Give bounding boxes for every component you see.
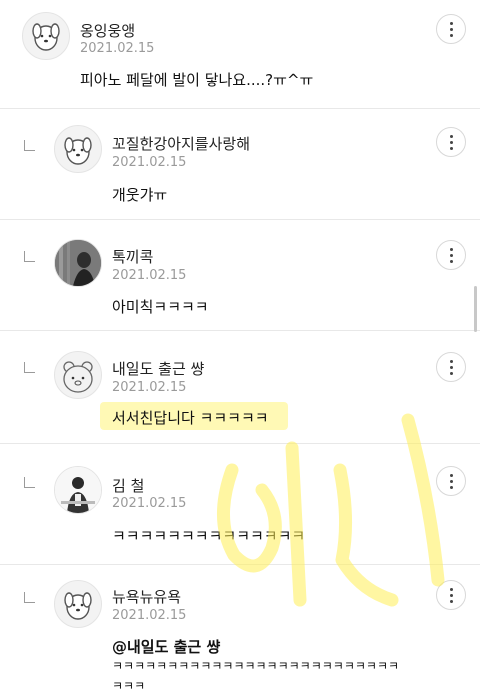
avatar[interactable]: [22, 12, 70, 60]
more-options-button[interactable]: [436, 240, 466, 270]
comment-author[interactable]: 옹잉웅앵: [80, 20, 135, 41]
dog-character-icon: [64, 137, 92, 165]
mention-link[interactable]: @내일도 출근 썅: [112, 636, 220, 657]
more-options-button[interactable]: [436, 352, 466, 382]
comment-date: 2021.02.15: [80, 41, 155, 56]
reply-indent-icon: [24, 592, 35, 603]
more-vertical-icon: [449, 134, 453, 150]
comment-text: 피아노 페달에 발이 닿나요....?ㅠ^ㅠ: [80, 71, 314, 89]
comment-author[interactable]: 김 철: [112, 475, 144, 496]
comment-text: 아미칙ㅋㅋㅋㅋ: [112, 298, 209, 316]
photo-avatar-icon: [55, 240, 101, 286]
more-vertical-icon: [449, 359, 453, 375]
reply-indent-icon: [24, 477, 35, 488]
comment-date: 2021.02.15: [112, 496, 187, 511]
reply-item: 김 철 2021.02.15 ㅋㅋㅋㅋㅋㅋㅋㅋㅋㅋㅋㅋㅋㅋ: [0, 444, 480, 565]
avatar[interactable]: [54, 239, 102, 287]
comment-author[interactable]: 내일도 출근 썅: [112, 358, 204, 379]
comment-date: 2021.02.15: [112, 268, 187, 283]
more-options-button[interactable]: [436, 14, 466, 44]
reply-item: 뉴욕뉴유욕 2021.02.15 @내일도 출근 썅 ㅋㅋㅋㅋㅋㅋㅋㅋㅋㅋㅋㅋㅋ…: [0, 565, 480, 693]
comment-date: 2021.02.15: [112, 155, 187, 170]
comment-author[interactable]: 뉴욕뉴유욕: [112, 586, 181, 607]
more-options-button[interactable]: [436, 580, 466, 610]
more-vertical-icon: [449, 587, 453, 603]
comment-item: 옹잉웅앵 2021.02.15 피아노 페달에 발이 닿나요....?ㅠ^ㅠ: [0, 0, 480, 109]
more-vertical-icon: [449, 21, 453, 37]
avatar[interactable]: [54, 466, 102, 514]
photo-avatar-icon: [55, 467, 101, 513]
dog-character-icon: [64, 592, 92, 620]
more-vertical-icon: [449, 247, 453, 263]
bear-character-icon: [63, 361, 93, 393]
reply-item: 꼬질한강아지를사랑해 2021.02.15 개웃갸ㅠ: [0, 109, 480, 220]
reply-indent-icon: [24, 140, 35, 151]
comment-date: 2021.02.15: [112, 380, 187, 395]
reply-indent-icon: [24, 251, 35, 262]
more-vertical-icon: [449, 473, 453, 489]
more-options-button[interactable]: [436, 127, 466, 157]
comment-text: ㅋㅋㅋㅋㅋㅋㅋㅋㅋㅋㅋㅋㅋㅋㅋㅋㅋㅋㅋㅋㅋㅋㅋㅋㅋㅋ: [112, 659, 400, 673]
comment-author[interactable]: 꼬질한강아지를사랑해: [112, 133, 250, 154]
comment-text: 개웃갸ㅠ: [112, 186, 168, 204]
scrollbar[interactable]: [474, 286, 477, 332]
reply-indent-icon: [24, 362, 35, 373]
comment-text: ㅋㅋㅋㅋㅋㅋㅋㅋㅋㅋㅋㅋㅋㅋ: [112, 527, 306, 545]
avatar[interactable]: [54, 580, 102, 628]
avatar[interactable]: [54, 351, 102, 399]
comment-author[interactable]: 톡끼콕: [112, 246, 153, 267]
reply-item: 내일도 출근 썅 2021.02.15 서서친답니다 ㅋㅋㅋㅋㅋ: [0, 331, 480, 444]
comment-text: 서서친답니다 ㅋㅋㅋㅋㅋ: [112, 409, 269, 427]
comment-text-continued: ㅋㅋㅋ: [112, 679, 146, 693]
more-options-button[interactable]: [436, 466, 466, 496]
reply-item: 톡끼콕 2021.02.15 아미칙ㅋㅋㅋㅋ: [0, 220, 480, 331]
dog-character-icon: [32, 23, 60, 51]
avatar[interactable]: [54, 125, 102, 173]
comment-date: 2021.02.15: [112, 608, 187, 623]
